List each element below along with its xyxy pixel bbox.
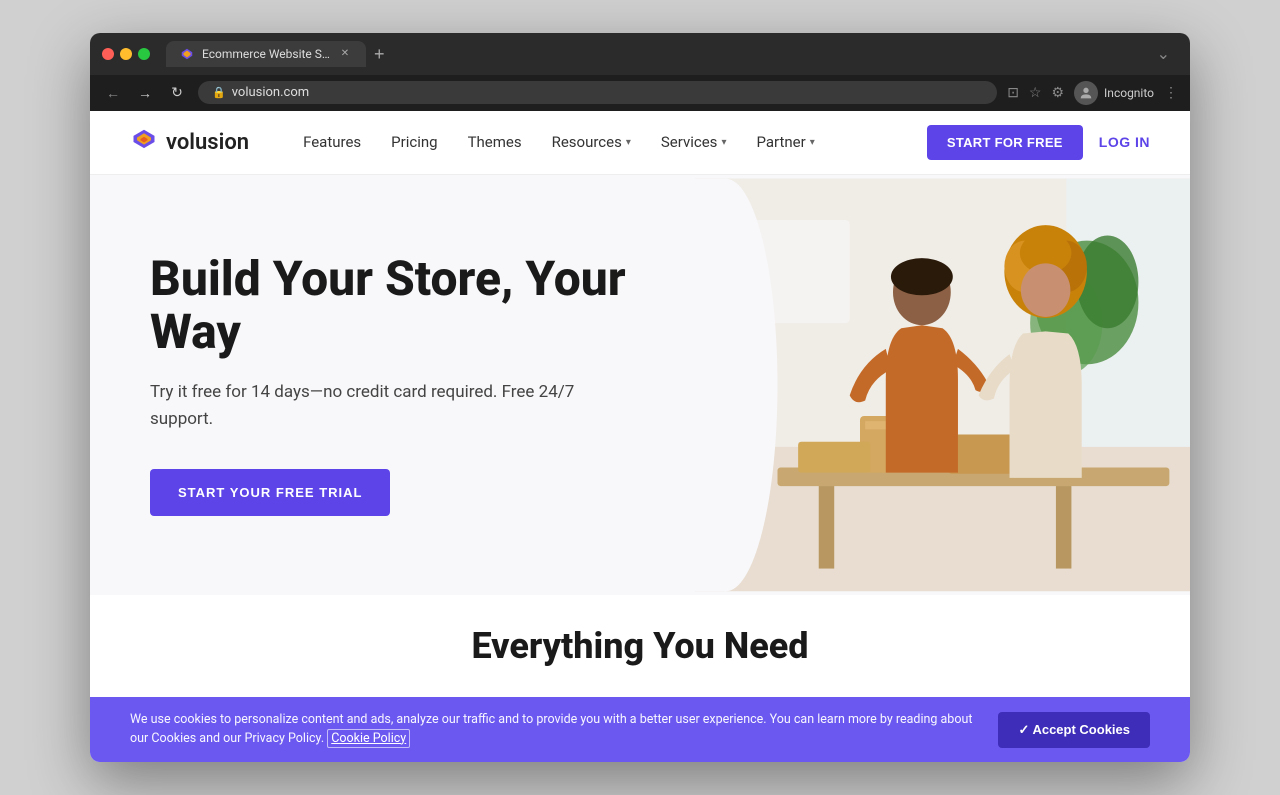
incognito-label: Incognito xyxy=(1104,86,1154,100)
browser-addressbar: ← → ↻ 🔒 volusion.com ⊡ ☆ ⚙ Incognito ⋮ xyxy=(90,75,1190,111)
main-nav: volusion Features Pricing Themes Resourc… xyxy=(90,111,1190,175)
hero-title: Build Your Store, Your Way xyxy=(150,253,645,359)
logo-text: volusion xyxy=(166,130,249,155)
cookie-text: We use cookies to personalize content an… xyxy=(130,711,978,749)
logo[interactable]: volusion xyxy=(130,128,249,156)
nav-features[interactable]: Features xyxy=(289,125,375,159)
partner-dropdown-arrow: ▾ xyxy=(810,137,815,148)
accept-cookies-button[interactable]: ✓ Accept Cookies xyxy=(998,712,1150,748)
browser-tab[interactable]: Ecommerce Website Store & S ✕ xyxy=(166,41,366,67)
close-button[interactable] xyxy=(102,48,114,60)
cookie-policy-link[interactable]: Cookie Policy xyxy=(327,729,410,748)
nav-resources[interactable]: Resources ▾ xyxy=(538,125,645,159)
section-teaser-title: Everything You Need xyxy=(150,625,1130,667)
section-teaser: Everything You Need xyxy=(90,595,1190,697)
back-button[interactable]: ← xyxy=(102,85,124,101)
nav-actions: START FOR FREE LOG IN xyxy=(927,125,1150,160)
address-bar[interactable]: 🔒 volusion.com xyxy=(198,81,997,104)
cookie-banner: We use cookies to personalize content an… xyxy=(90,697,1190,763)
resources-dropdown-arrow: ▾ xyxy=(626,137,631,148)
maximize-button[interactable] xyxy=(138,48,150,60)
hero-image xyxy=(695,175,1190,595)
cast-icon[interactable]: ⊡ xyxy=(1007,85,1019,101)
logo-icon xyxy=(130,128,158,156)
nav-links: Features Pricing Themes Resources ▾ Serv… xyxy=(289,125,927,159)
more-button[interactable]: ⋮ xyxy=(1164,85,1178,101)
nav-partner[interactable]: Partner ▾ xyxy=(742,125,828,159)
tab-title: Ecommerce Website Store & S xyxy=(202,47,330,61)
browser-window: Ecommerce Website Store & S ✕ + ⌄ ← → ↻ … xyxy=(90,33,1190,763)
incognito-profile[interactable]: Incognito xyxy=(1074,81,1154,105)
bookmark-icon[interactable]: ☆ xyxy=(1029,85,1042,101)
reload-button[interactable]: ↻ xyxy=(166,84,188,101)
tab-favicon xyxy=(180,47,194,61)
hero-left: Build Your Store, Your Way Try it free f… xyxy=(90,175,695,595)
forward-button[interactable]: → xyxy=(134,85,156,101)
website-content: volusion Features Pricing Themes Resourc… xyxy=(90,111,1190,763)
nav-pricing[interactable]: Pricing xyxy=(377,125,451,159)
hero-subtitle: Try it free for 14 days—no credit card r… xyxy=(150,379,590,433)
nav-services[interactable]: Services ▾ xyxy=(647,125,741,159)
tab-close-button[interactable]: ✕ xyxy=(338,47,352,61)
browser-menu-button[interactable]: ⌄ xyxy=(1149,44,1178,63)
nav-themes[interactable]: Themes xyxy=(454,125,536,159)
minimize-button[interactable] xyxy=(120,48,132,60)
window-controls xyxy=(102,48,150,60)
url-text: volusion.com xyxy=(232,85,309,100)
start-for-free-button[interactable]: START FOR FREE xyxy=(927,125,1083,160)
browser-titlebar: Ecommerce Website Store & S ✕ + ⌄ xyxy=(90,33,1190,75)
login-button[interactable]: LOG IN xyxy=(1099,134,1150,150)
person-icon xyxy=(1078,85,1094,101)
lock-icon: 🔒 xyxy=(212,86,226,99)
new-tab-button[interactable]: + xyxy=(366,44,393,65)
services-dropdown-arrow: ▾ xyxy=(721,137,726,148)
hero-section: Build Your Store, Your Way Try it free f… xyxy=(90,175,1190,595)
start-trial-button[interactable]: START YOUR FREE TRIAL xyxy=(150,469,390,516)
extensions-icon[interactable]: ⚙ xyxy=(1051,85,1064,101)
avatar xyxy=(1074,81,1098,105)
browser-actions: ⊡ ☆ ⚙ Incognito ⋮ xyxy=(1007,81,1178,105)
hero-right xyxy=(695,175,1190,595)
